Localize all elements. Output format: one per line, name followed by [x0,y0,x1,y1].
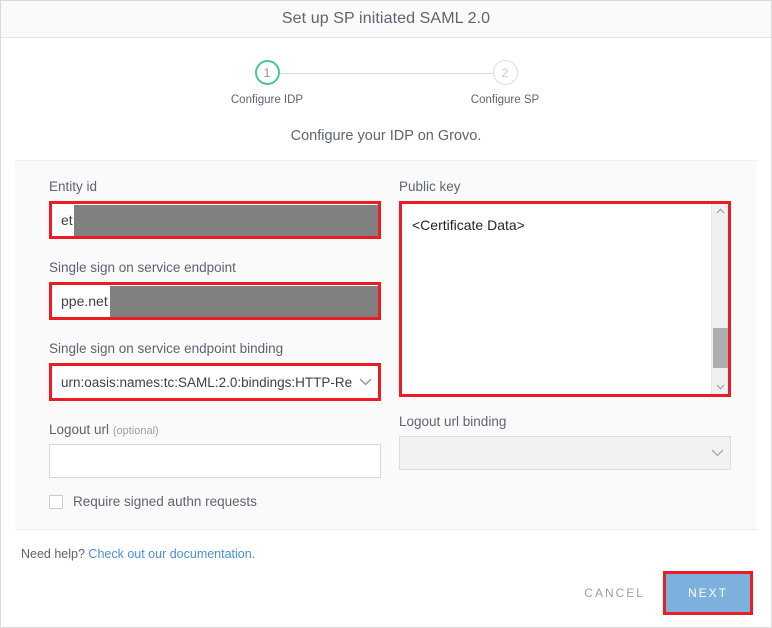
sso-binding-value: urn:oasis:names:tc:SAML:2.0:bindings:HTT… [61,374,352,390]
field-public-key: Public key <Certificate Data> [399,179,731,397]
cancel-button[interactable]: CANCEL [566,576,663,610]
entity-id-value: et [61,212,73,228]
sso-binding-select[interactable]: urn:oasis:names:tc:SAML:2.0:bindings:HTT… [52,366,378,398]
logout-url-binding-label: Logout url binding [399,414,507,429]
sso-endpoint-label: Single sign on service endpoint [49,260,236,275]
step-2[interactable]: 2 Configure SP [455,60,555,106]
chevron-down-icon [352,378,378,386]
form-panel: Entity id et Single sign on service endp… [15,160,757,530]
entity-id-label: Entity id [49,179,98,194]
entity-id-input[interactable]: et [52,204,378,236]
sso-binding-label: Single sign on service endpoint binding [49,341,284,356]
public-key-highlight-box: <Certificate Data> [399,201,731,397]
logout-url-input[interactable] [49,444,381,478]
next-button[interactable]: NEXT [665,574,750,612]
public-key-scrollbar[interactable] [711,204,728,394]
chevron-down-icon[interactable] [716,380,725,394]
form-right-column: Public key <Certificate Data> Logout url… [399,179,731,509]
logout-url-binding-select[interactable] [399,436,731,470]
step-1-number: 1 [263,65,271,80]
step-2-number: 2 [501,65,509,80]
saml-setup-dialog: Set up SP initiated SAML 2.0 1 Configure… [0,0,772,628]
step-2-label: Configure SP [470,94,540,106]
sso-endpoint-highlight-box: ppe.net [49,282,381,320]
scrollbar-thumb[interactable] [713,328,728,368]
chevron-up-icon[interactable] [716,204,725,218]
dialog-footer: Need help? Check out our documentation. … [1,530,771,627]
logout-url-label: Logout url (optional) [49,422,381,437]
field-logout-url-binding: Logout url binding [399,414,731,470]
require-signed-authn-row[interactable]: Require signed authn requests [49,494,381,509]
form-left-column: Entity id et Single sign on service endp… [49,179,381,509]
field-entity-id: Entity id et [49,179,381,239]
dialog-titlebar: Set up SP initiated SAML 2.0 [1,1,771,38]
help-text: Need help? [21,547,89,561]
field-sso-binding: Single sign on service endpoint binding … [49,341,381,401]
sso-endpoint-redaction [110,286,378,317]
field-logout-url: Logout url (optional) [49,422,381,478]
public-key-value: <Certificate Data> [412,217,525,233]
public-key-textarea[interactable]: <Certificate Data> [402,204,728,394]
entity-id-redaction [74,205,378,236]
sso-binding-highlight-box: urn:oasis:names:tc:SAML:2.0:bindings:HTT… [49,363,381,401]
stepper-container: 1 Configure IDP 2 Configure SP [1,38,771,122]
entity-id-highlight-box: et [49,201,381,239]
step-2-circle[interactable]: 2 [492,60,518,85]
require-signed-authn-checkbox[interactable] [49,494,63,509]
step-1-circle[interactable]: 1 [254,60,280,85]
logout-url-optional-tag: (optional) [112,425,159,437]
require-signed-authn-label: Require signed authn requests [73,494,257,509]
footer-actions: CANCEL NEXT [566,571,753,615]
step-1-label: Configure IDP [230,94,304,106]
sso-endpoint-input[interactable]: ppe.net [52,285,378,317]
dialog-title: Set up SP initiated SAML 2.0 [281,10,491,27]
step-1[interactable]: 1 Configure IDP [217,60,317,106]
chevron-down-icon [704,449,730,457]
help-text-row: Need help? Check out our documentation. [21,530,751,561]
stepper: 1 Configure IDP 2 Configure SP [231,60,539,122]
documentation-link[interactable]: Check out our documentation. [88,547,255,561]
public-key-label: Public key [399,179,461,194]
logout-url-label-text: Logout url [49,422,110,437]
sso-endpoint-value: ppe.net [61,293,108,309]
field-sso-endpoint: Single sign on service endpoint ppe.net [49,260,381,320]
next-button-highlight-box: NEXT [662,571,753,615]
form-subtitle: Configure your IDP on Grovo. [290,128,482,144]
